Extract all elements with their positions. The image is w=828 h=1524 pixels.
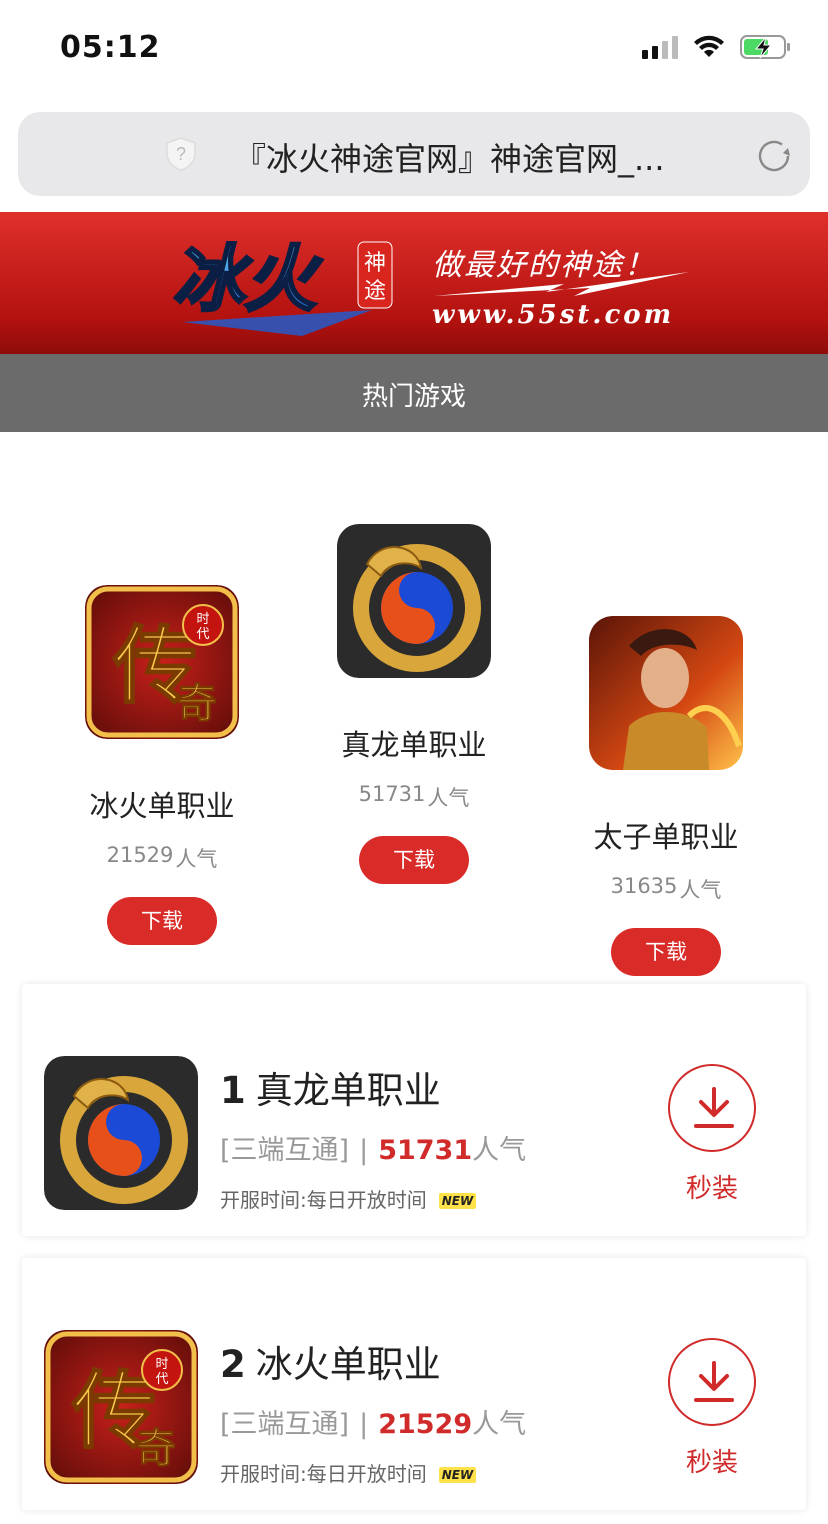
- wifi-icon: [692, 35, 726, 59]
- banner-swoosh: [434, 270, 694, 304]
- legend-era-icon[interactable]: 传 奇 时 代: [85, 585, 239, 739]
- ranked-game-name[interactable]: 冰火单职业: [256, 1343, 441, 1386]
- popularity-suffix: 人气: [427, 786, 470, 810]
- brand-logo[interactable]: 冰火 神 途: [171, 226, 412, 348]
- ranked-game-card[interactable]: 1 真龙单职业 [三端互通] | 51731人气 开服时间:每日开放时间 NEW 秒装: [22, 984, 806, 1236]
- server-open-time: 开服时间:每日开放时间 NEW: [220, 1458, 477, 1487]
- popularity-value: 21529: [106, 843, 174, 867]
- popularity-value: 21529: [378, 1409, 473, 1440]
- top-game-card[interactable]: 真龙单职业 51731 人气 下载: [276, 524, 552, 884]
- battery-charging-icon: [740, 34, 792, 60]
- svg-text:途: 途: [364, 279, 386, 304]
- download-button[interactable]: 下载: [107, 897, 217, 945]
- site-security-icon[interactable]: ?: [164, 136, 198, 176]
- section-title: 热门游戏: [361, 382, 466, 412]
- svg-text:奇: 奇: [136, 1425, 176, 1472]
- signal-icon: [642, 35, 678, 59]
- svg-text:神: 神: [364, 251, 386, 276]
- top-game-popularity: 51731 人气: [276, 782, 552, 812]
- rank-number: 1: [220, 1069, 246, 1112]
- site-banner[interactable]: 冰火 神 途 做最好的神途！ www.55st.com: [0, 212, 828, 354]
- popularity-value: 51731: [378, 1135, 473, 1166]
- popularity-suffix: 人气: [472, 1409, 527, 1440]
- ranked-game-name[interactable]: 真龙单职业: [256, 1069, 441, 1112]
- warrior-hero-icon[interactable]: [589, 616, 743, 770]
- top-game-name[interactable]: 冰火单职业: [24, 783, 300, 825]
- address-bar[interactable]: ? 『冰火神途官网』神途官网_...: [18, 112, 810, 196]
- svg-text:奇: 奇: [177, 680, 217, 727]
- top-game-card[interactable]: 太子单职业 31635 人气 下载: [528, 616, 804, 976]
- svg-text:?: ?: [176, 144, 186, 164]
- platform-tag: [三端互通]: [220, 1135, 350, 1166]
- ranked-game-title[interactable]: 2 冰火单职业: [220, 1334, 441, 1388]
- status-icons: [642, 34, 792, 60]
- platform-tag: [三端互通]: [220, 1409, 350, 1440]
- svg-text:时: 时: [196, 612, 209, 627]
- quick-install-label[interactable]: 秒装: [668, 1168, 756, 1205]
- svg-text:时: 时: [155, 1357, 168, 1372]
- ranked-game-title[interactable]: 1 真龙单职业: [220, 1060, 441, 1114]
- ranked-game-meta: [三端互通] | 21529人气: [220, 1402, 526, 1441]
- new-badge: NEW: [438, 1193, 477, 1209]
- popularity-suffix: 人气: [175, 847, 218, 871]
- top-game-name[interactable]: 真龙单职业: [276, 722, 552, 764]
- top-game-name[interactable]: 太子单职业: [528, 814, 804, 856]
- status-bar: 05:12: [0, 0, 828, 96]
- top-game-popularity: 31635 人气: [528, 874, 804, 904]
- download-button[interactable]: 下载: [611, 928, 721, 976]
- popularity-suffix: 人气: [679, 878, 722, 902]
- hot-games-header: 热门游戏: [0, 354, 828, 432]
- open-time-text: 开服时间:每日开放时间: [220, 1188, 427, 1212]
- svg-text:代: 代: [155, 1372, 168, 1387]
- status-time: 05:12: [60, 30, 161, 65]
- banner-site-url: www.55st.com: [432, 300, 675, 330]
- quick-install-button[interactable]: [668, 1064, 756, 1152]
- server-open-time: 开服时间:每日开放时间 NEW: [220, 1184, 477, 1213]
- dragon-yinyang-icon[interactable]: [44, 1056, 198, 1210]
- ranked-game-card[interactable]: 传 奇 时 代 2 冰火单职业 [三端互通] | 21529人气 开服时间:每日开放时…: [22, 1258, 806, 1510]
- popularity-value: 51731: [358, 782, 426, 806]
- new-badge: NEW: [438, 1467, 477, 1483]
- download-arrow-icon: [694, 1361, 734, 1402]
- download-arrow-icon: [694, 1087, 734, 1128]
- meta-separator: |: [359, 1135, 369, 1166]
- quick-install-label[interactable]: 秒装: [668, 1442, 756, 1479]
- ranked-game-meta: [三端互通] | 51731人气: [220, 1128, 526, 1167]
- reload-icon[interactable]: [752, 134, 796, 182]
- svg-text:代: 代: [196, 627, 209, 642]
- legend-era-icon[interactable]: 传 奇 时 代: [44, 1330, 198, 1484]
- open-time-text: 开服时间:每日开放时间: [220, 1462, 427, 1486]
- popularity-value: 31635: [610, 874, 678, 898]
- popularity-suffix: 人气: [472, 1135, 527, 1166]
- top-game-popularity: 21529 人气: [24, 843, 300, 873]
- rank-number: 2: [220, 1343, 246, 1386]
- meta-separator: |: [359, 1409, 369, 1440]
- top-game-card[interactable]: 传 奇 时 代 冰火单职业 21529 人气 下载: [24, 585, 300, 945]
- dragon-yinyang-icon[interactable]: [337, 524, 491, 678]
- quick-install-button[interactable]: [668, 1338, 756, 1426]
- page-title-url[interactable]: 『冰火神途官网』神途官网_...: [234, 134, 714, 180]
- svg-text:冰火: 冰火: [172, 237, 323, 321]
- download-button[interactable]: 下载: [359, 836, 469, 884]
